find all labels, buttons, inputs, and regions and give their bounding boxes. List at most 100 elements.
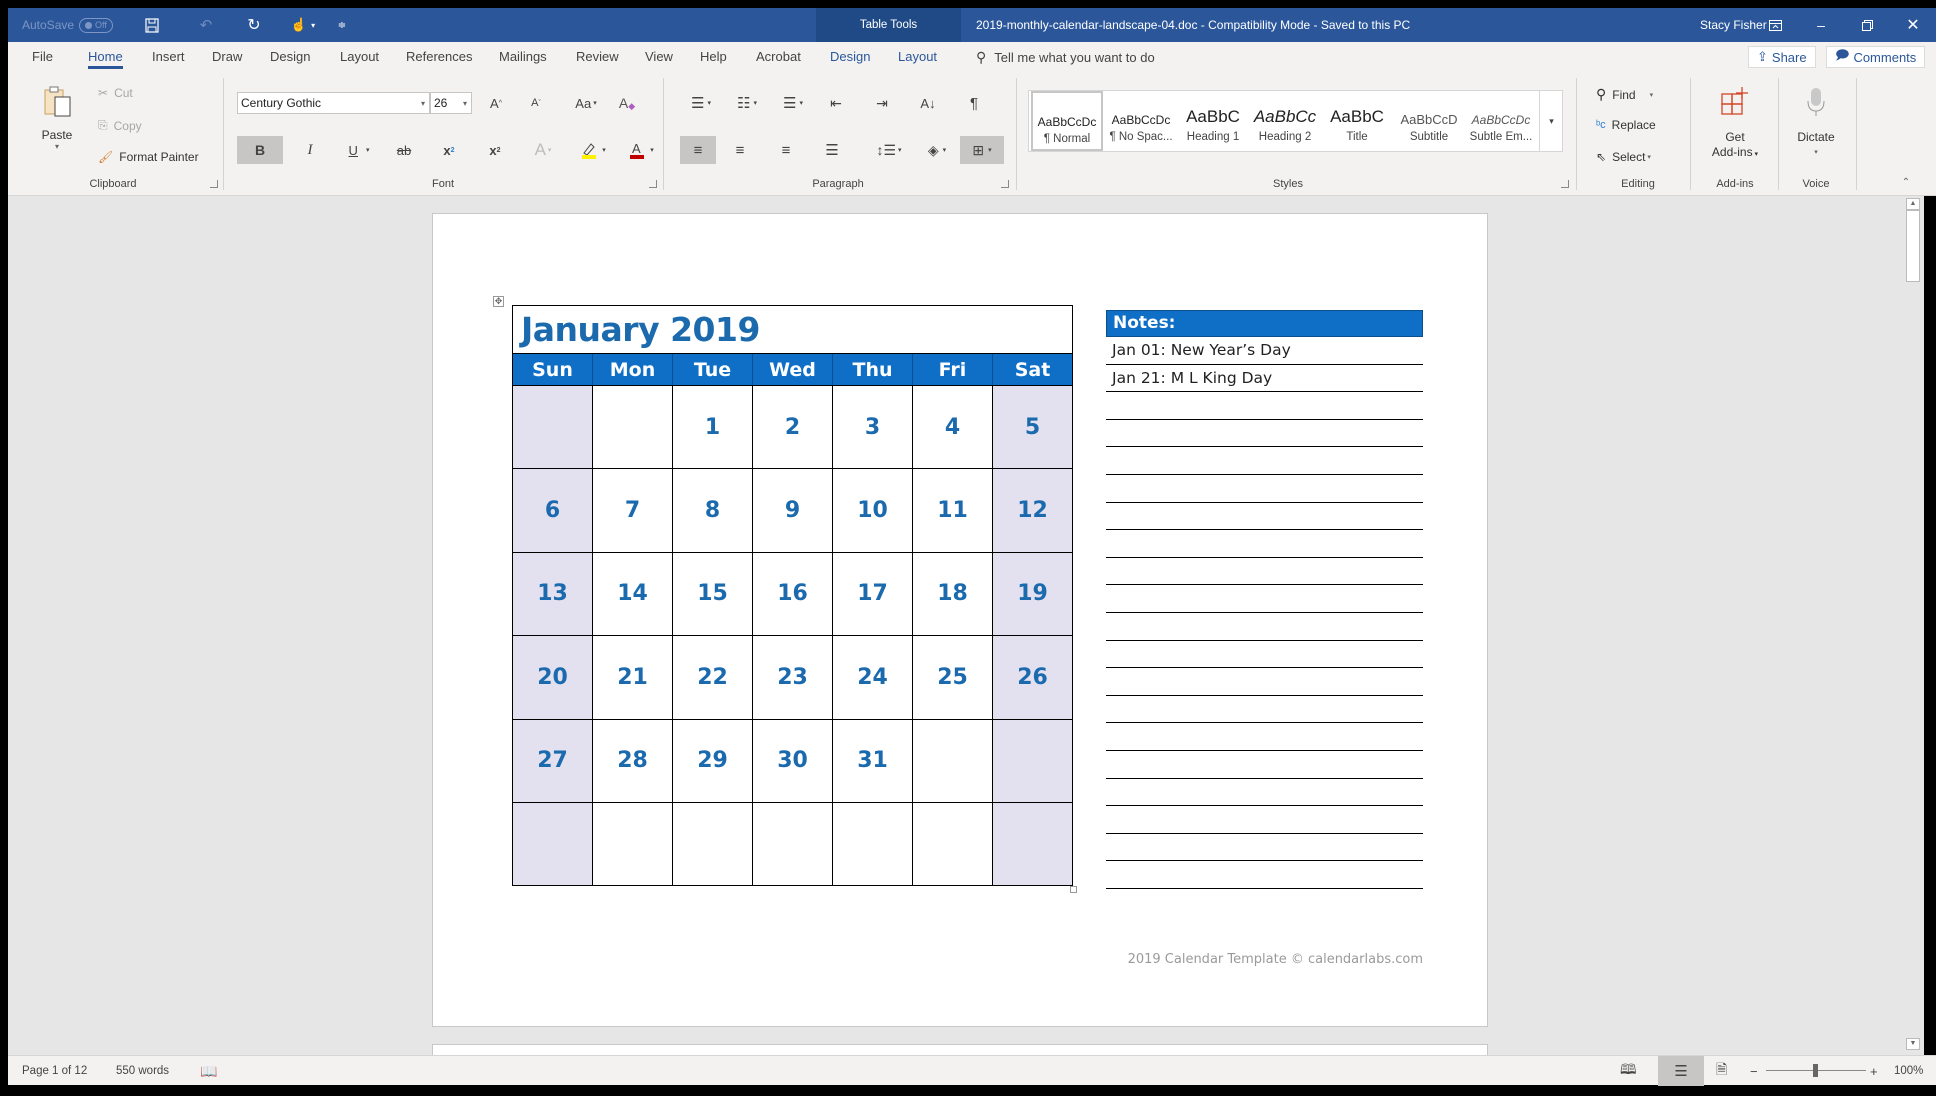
microphone-icon[interactable]: [1798, 82, 1834, 122]
tab-design[interactable]: Design: [270, 42, 310, 72]
style-normal[interactable]: AaBbCcDc ¶ Normal: [1031, 91, 1103, 151]
note-line[interactable]: [1106, 503, 1423, 531]
calendar-day-cell[interactable]: 25: [913, 636, 993, 719]
ribbon-display-options-icon[interactable]: [1752, 8, 1798, 42]
style-no-spacing[interactable]: AaBbCcDc ¶ No Spac...: [1105, 91, 1177, 151]
align-left-button[interactable]: ≡: [680, 136, 716, 164]
read-mode-icon[interactable]: 🕮: [1620, 1056, 1637, 1086]
text-effects-icon[interactable]: A ▾: [528, 136, 558, 164]
note-line[interactable]: [1106, 668, 1423, 696]
calendar-day-cell[interactable]: 9: [753, 469, 833, 552]
note-line[interactable]: Jan 01: New Year’s Day: [1106, 337, 1423, 365]
copy-button[interactable]: ⎘ Copy: [98, 118, 142, 133]
note-line[interactable]: [1106, 530, 1423, 558]
note-line[interactable]: Jan 21: M L King Day: [1106, 365, 1423, 393]
note-line[interactable]: [1106, 723, 1423, 751]
calendar-day-cell[interactable]: [513, 386, 593, 469]
scroll-down-icon[interactable]: ▼: [1906, 1038, 1920, 1050]
calendar-day-cell[interactable]: 10: [833, 469, 913, 552]
calendar-day-cell[interactable]: 1: [673, 386, 753, 469]
page-count[interactable]: Page 1 of 12: [22, 1056, 87, 1086]
note-line[interactable]: [1106, 613, 1423, 641]
word-count[interactable]: 550 words: [116, 1056, 169, 1086]
table-resize-handle[interactable]: [1070, 886, 1077, 893]
align-center-button[interactable]: ≡: [726, 136, 754, 164]
tab-insert[interactable]: Insert: [152, 42, 185, 72]
paragraph-launcher-icon[interactable]: [1001, 180, 1009, 188]
calendar-day-cell[interactable]: 21: [593, 636, 673, 719]
calendar-day-cell[interactable]: 22: [673, 636, 753, 719]
highlight-color-icon[interactable]: ▾: [574, 136, 612, 164]
styles-launcher-icon[interactable]: [1561, 180, 1569, 188]
tab-home[interactable]: Home: [88, 42, 123, 72]
calendar-day-cell[interactable]: 5: [993, 386, 1072, 469]
note-line[interactable]: [1106, 447, 1423, 475]
autosave-switch[interactable]: Off: [79, 17, 113, 33]
style-subtle-emphasis[interactable]: AaBbCcDc Subtle Em...: [1465, 91, 1537, 151]
calendar-day-cell[interactable]: 15: [673, 552, 753, 636]
note-line[interactable]: [1106, 392, 1423, 420]
calendar-day-cell[interactable]: 27: [513, 719, 593, 802]
change-case-icon[interactable]: Aa ▾: [568, 92, 604, 114]
paste-icon[interactable]: [36, 82, 80, 122]
get-add-ins-button[interactable]: Get Add-ins ▾: [1704, 130, 1766, 162]
calendar-day-cell[interactable]: [593, 802, 673, 886]
borders-icon[interactable]: ⊞ ▾: [960, 136, 1004, 164]
tell-me-search[interactable]: ⚲ Tell me what you want to do: [976, 42, 1155, 72]
note-line[interactable]: [1106, 861, 1423, 889]
calendar-day-cell[interactable]: 16: [753, 552, 833, 636]
style-heading-1[interactable]: AaBbC Heading 1: [1177, 91, 1249, 151]
customize-qat-icon[interactable]: ≑: [334, 8, 350, 42]
note-line[interactable]: [1106, 834, 1423, 862]
calendar-day-cell[interactable]: 13: [513, 552, 593, 636]
share-button[interactable]: ⇪ Share: [1748, 46, 1816, 68]
calendar-day-cell[interactable]: 29: [673, 719, 753, 802]
calendar-day-cell[interactable]: 4: [913, 386, 993, 469]
calendar-day-cell[interactable]: [913, 802, 993, 886]
tab-file[interactable]: File: [32, 42, 53, 72]
zoom-slider-thumb[interactable]: [1813, 1064, 1818, 1077]
paste-button[interactable]: Paste ▾: [34, 128, 80, 151]
tab-review[interactable]: Review: [576, 42, 619, 72]
calendar-day-cell[interactable]: 24: [833, 636, 913, 719]
style-subtitle[interactable]: AaBbCcD Subtitle: [1393, 91, 1465, 151]
calendar-day-cell[interactable]: 11: [913, 469, 993, 552]
tab-references[interactable]: References: [406, 42, 472, 72]
clear-formatting-icon[interactable]: A ◆: [614, 92, 640, 114]
line-spacing-icon[interactable]: ↕☰ ▾: [872, 136, 906, 164]
autosave-toggle[interactable]: AutoSave Off: [22, 8, 113, 42]
vertical-scrollbar[interactable]: ▲ ▼: [1904, 196, 1924, 1055]
note-line[interactable]: [1106, 751, 1423, 779]
styles-more-icon[interactable]: ▾: [1539, 91, 1563, 151]
zoom-out-button[interactable]: −: [1750, 1056, 1758, 1086]
collapse-ribbon-icon[interactable]: ⌃: [1898, 174, 1914, 190]
style-heading-2[interactable]: AaBbCc Heading 2: [1249, 91, 1321, 151]
scroll-up-icon[interactable]: ▲: [1906, 198, 1920, 210]
calendar-day-cell[interactable]: 20: [513, 636, 593, 719]
font-size-box[interactable]: 26 ▾: [430, 92, 472, 114]
replace-button[interactable]: ᵇc Replace: [1596, 118, 1656, 132]
select-button[interactable]: ⇖ Select ▾: [1596, 150, 1651, 164]
calendar-day-cell[interactable]: 3: [833, 386, 913, 469]
shrink-font-icon[interactable]: Aˇ: [522, 92, 550, 114]
font-color-icon[interactable]: A ▾: [622, 136, 660, 164]
comments-button[interactable]: 🗩 Comments: [1826, 46, 1926, 68]
calendar-day-cell[interactable]: 18: [913, 552, 993, 636]
align-right-button[interactable]: ≡: [772, 136, 800, 164]
proofing-icon[interactable]: 📖: [200, 1056, 217, 1086]
restore-icon[interactable]: [1844, 8, 1890, 42]
calendar-day-cell[interactable]: [833, 802, 913, 886]
calendar-day-cell[interactable]: 8: [673, 469, 753, 552]
save-icon[interactable]: [140, 8, 164, 42]
cut-button[interactable]: ✂ Cut: [98, 86, 133, 100]
calendar-day-cell[interactable]: 28: [593, 719, 673, 802]
dictate-button[interactable]: Dictate ▾: [1790, 130, 1842, 160]
zoom-level[interactable]: 100%: [1894, 1056, 1923, 1086]
tab-help[interactable]: Help: [700, 42, 727, 72]
calendar-day-cell[interactable]: 14: [593, 552, 673, 636]
multilevel-list-icon[interactable]: ☰ ▾: [776, 92, 810, 114]
format-painter-button[interactable]: 🖌 Format Painter: [98, 150, 199, 164]
clipboard-launcher-icon[interactable]: [210, 180, 218, 188]
calendar-day-cell[interactable]: [673, 802, 753, 886]
find-button[interactable]: ⚲ Find ▾: [1596, 86, 1653, 103]
